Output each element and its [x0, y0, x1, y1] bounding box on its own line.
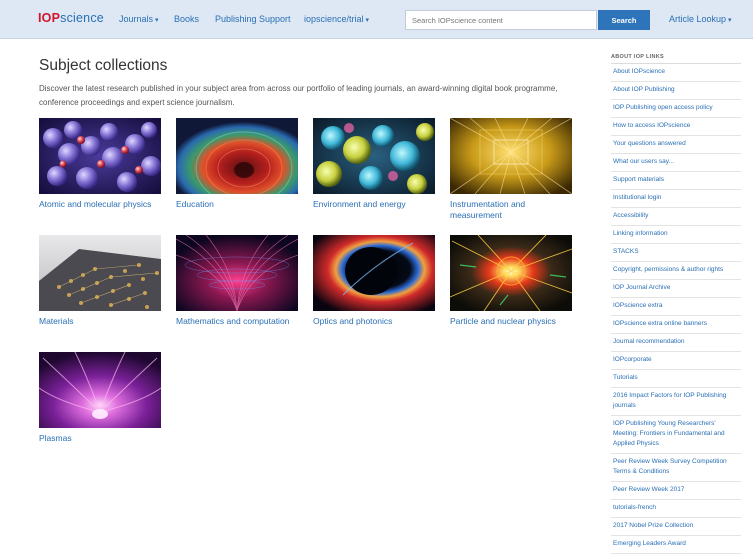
sidebar-link[interactable]: About IOPscience	[611, 64, 741, 82]
sidebar-link[interactable]: What our users say...	[611, 154, 741, 172]
nav-publishing-support-label: Publishing Support	[215, 14, 291, 24]
collection-tile-optics-photonics[interactable]: Optics and photonics	[313, 235, 435, 327]
environment-energy-image	[313, 118, 435, 194]
optics-image	[313, 235, 435, 311]
sidebar-link[interactable]: Tutorials	[611, 370, 741, 388]
atomic-molecular-image	[39, 118, 161, 194]
iopscience-logo[interactable]: IOPscience	[38, 11, 104, 25]
sidebar-link[interactable]: STACKS	[611, 244, 741, 262]
top-navigation-bar: IOPscience Journals ▾ Books Publishing Su…	[0, 0, 753, 39]
sidebar-heading: ABOUT IOP LINKS	[611, 54, 664, 60]
sidebar-link[interactable]: IOP Publishing Young Researchers' Meetin…	[611, 416, 741, 454]
intro-text: Discover the latest research published i…	[39, 84, 558, 107]
nav-iopscience-trial[interactable]: iopscience/trial ▾	[304, 14, 369, 24]
sidebar-links-list: About IOPscience About IOP Publishing IO…	[611, 63, 741, 554]
instrumentation-image	[450, 118, 572, 194]
plasmas-image	[39, 352, 161, 428]
mathematics-image	[176, 235, 298, 311]
chevron-down-icon: ▾	[365, 17, 370, 24]
education-image	[176, 118, 298, 194]
nav-books-label: Books	[174, 14, 200, 24]
collection-tile-instrumentation-measurement[interactable]: Instrumentation and measurement	[450, 118, 572, 221]
article-lookup-label: Article Lookup	[669, 14, 727, 24]
about-iop-links-sidebar: ABOUT IOP LINKS About IOPscience About I…	[611, 54, 741, 554]
sidebar-link[interactable]: IOP Publishing open access policy	[611, 100, 741, 118]
sidebar-link[interactable]: IOPcorporate	[611, 352, 741, 370]
sidebar-link[interactable]: IOPscience extra online banners	[611, 316, 741, 334]
collection-tile-particle-nuclear-physics[interactable]: Particle and nuclear physics	[450, 235, 572, 327]
sidebar-link[interactable]: How to access IOPscience	[611, 118, 741, 136]
nav-books[interactable]: Books	[174, 14, 199, 24]
sidebar-link[interactable]: Emerging Leaders Award	[611, 536, 741, 554]
sidebar-link[interactable]: Support materials	[611, 172, 741, 190]
collection-tile-mathematics-computation[interactable]: Mathematics and computation	[176, 235, 298, 327]
sidebar-link[interactable]: IOPscience extra	[611, 298, 741, 316]
collection-tile-education[interactable]: Education	[176, 118, 298, 210]
collection-label: Plasmas	[39, 433, 72, 443]
collection-label: Particle and nuclear physics	[450, 316, 556, 326]
collection-label: Mathematics and computation	[176, 316, 290, 326]
sidebar-link[interactable]: Copyright, permissions & author rights	[611, 262, 741, 280]
collection-label: Materials	[39, 316, 74, 326]
sidebar-link[interactable]: tutorials-french	[611, 500, 741, 518]
materials-image	[39, 235, 161, 311]
collection-tile-plasmas[interactable]: Plasmas	[39, 352, 161, 444]
sidebar-link[interactable]: 2016 Impact Factors for IOP Publishing j…	[611, 388, 741, 416]
sidebar-link[interactable]: Linking information	[611, 226, 741, 244]
collection-label: Atomic and molecular physics	[39, 199, 152, 209]
collection-label: Education	[176, 199, 214, 209]
collection-tile-atomic-molecular-physics[interactable]: Atomic and molecular physics	[39, 118, 161, 210]
nav-journals-label: Journals	[119, 14, 154, 24]
article-lookup-menu[interactable]: Article Lookup ▾	[669, 14, 732, 24]
sidebar-link[interactable]: IOP Journal Archive	[611, 280, 741, 298]
sidebar-link[interactable]: Institutional login	[611, 190, 741, 208]
collection-tile-environment-energy[interactable]: Environment and energy	[313, 118, 435, 210]
collection-label: Instrumentation and measurement	[450, 199, 526, 220]
chevron-down-icon: ▾	[728, 17, 732, 24]
sidebar-link[interactable]: Accessibility	[611, 208, 741, 226]
chevron-down-icon: ▾	[155, 17, 159, 24]
sidebar-link[interactable]: About IOP Publishing	[611, 82, 741, 100]
collection-label: Optics and photonics	[313, 316, 393, 326]
sidebar-link[interactable]: Peer Review Week 2017	[611, 482, 741, 500]
sidebar-link[interactable]: Journal recommendation	[611, 334, 741, 352]
collection-label: Environment and energy	[313, 199, 406, 209]
search-input[interactable]	[405, 10, 597, 30]
page-title: Subject collections	[39, 57, 168, 74]
particle-nuclear-image	[450, 235, 572, 311]
nav-journals[interactable]: Journals ▾	[119, 14, 159, 24]
sidebar-link[interactable]: Peer Review Week Survey Competition Term…	[611, 454, 741, 482]
search-button[interactable]: Search	[598, 10, 650, 30]
nav-publishing-support[interactable]: Publishing Support	[215, 14, 291, 24]
sidebar-link[interactable]: Your questions answered	[611, 136, 741, 154]
collection-tile-materials[interactable]: Materials	[39, 235, 161, 327]
nav-iopscience-trial-label: iopscience/trial	[304, 14, 364, 24]
sidebar-link[interactable]: 2017 Nobel Prize Collection	[611, 518, 741, 536]
